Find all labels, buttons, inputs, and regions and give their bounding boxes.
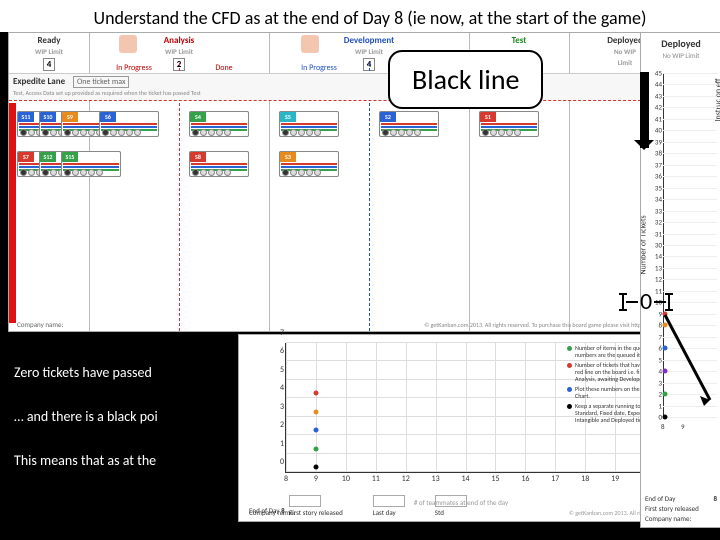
cfd-sub: No WIP Limit bbox=[641, 51, 720, 60]
expedite-lane: Expedite Lane One ticket max Test, Acces… bbox=[9, 73, 681, 101]
cfd-footer: End of Day8 First story released Company… bbox=[645, 493, 717, 523]
cfd-title: Deployed bbox=[641, 37, 720, 50]
cfd-x-9: 9 bbox=[681, 422, 685, 431]
stat-footer-labels: First story releasedLast dayStd bbox=[289, 495, 467, 517]
body-line-3: This means that as at the bbox=[14, 452, 156, 469]
bracket-zero: 0 bbox=[620, 287, 672, 316]
cfd-x-8: 8 bbox=[661, 422, 665, 431]
card: S2 bbox=[379, 111, 439, 137]
cfd-chart: Deployed No WIP Limit Number of Tickets … bbox=[640, 32, 720, 528]
body-line-2: … and there is a black poi bbox=[14, 408, 158, 425]
card: S4 bbox=[189, 111, 249, 137]
arrow-to-board bbox=[640, 72, 649, 148]
board-company: Company name: bbox=[17, 320, 63, 329]
card: S15 bbox=[61, 151, 121, 177]
card: S1 bbox=[479, 111, 539, 137]
kanban-board: ReadyWIP Limit4 AnalysisWIP Limit2 In Pr… bbox=[8, 32, 686, 332]
arrow-diag-to-cfd bbox=[660, 310, 720, 410]
card: S8 bbox=[189, 151, 249, 177]
col-ready-name: Ready bbox=[37, 35, 60, 46]
callout-blackline: Black line bbox=[388, 50, 543, 109]
card: S3 bbox=[279, 151, 339, 177]
card: S6 bbox=[99, 111, 159, 137]
slide-title: Understand the CFD as at the end of Day … bbox=[90, 7, 650, 29]
card: S5 bbox=[279, 111, 339, 137]
stat-company: Company name: bbox=[249, 508, 295, 517]
body-line-1: Zero tickets have passed bbox=[14, 364, 152, 381]
stat-chart: 0123456789101112131415161718192021 Numbe… bbox=[238, 334, 684, 522]
